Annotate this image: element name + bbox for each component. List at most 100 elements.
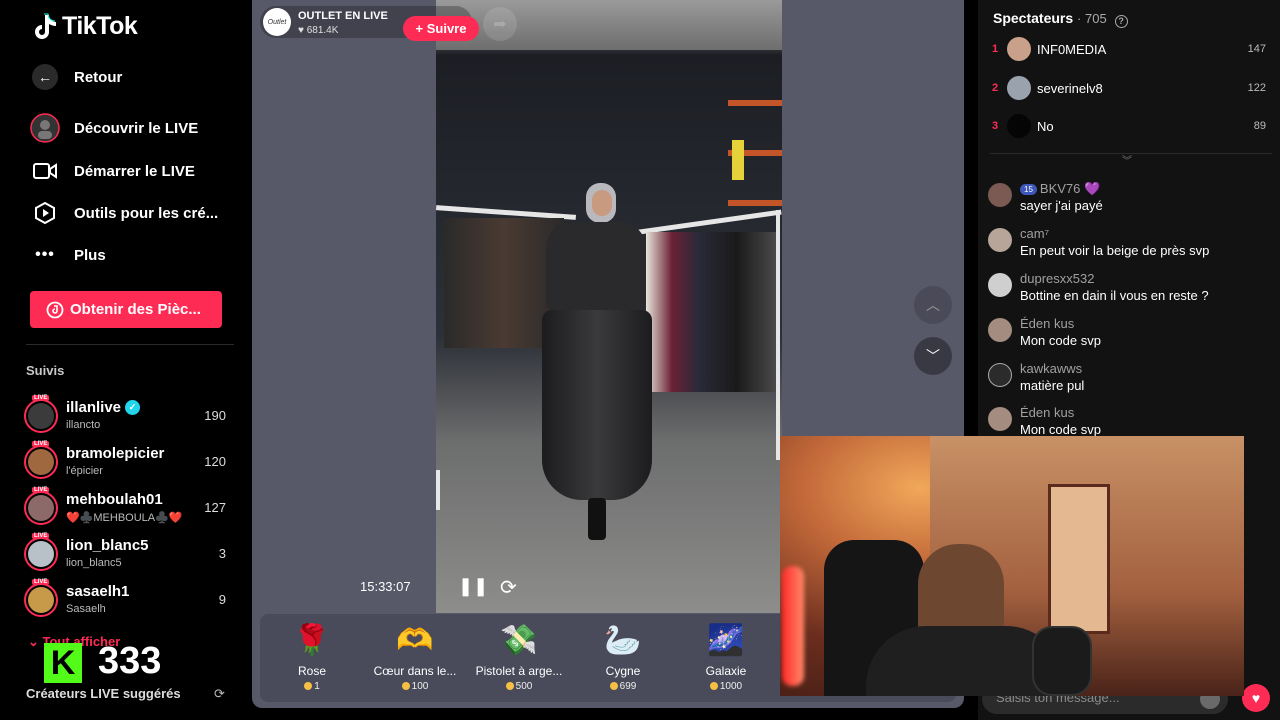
viewers-header: Spectateurs · 705 ? — [993, 10, 1128, 28]
chat-text: Mon code svp — [1020, 422, 1101, 437]
chat-text: Mon code svp — [1020, 333, 1101, 348]
host-avatar: Outlet — [263, 8, 291, 36]
get-coins-label: Obtenir des Pièc... — [70, 301, 201, 318]
gift-name: Cygne — [605, 664, 641, 678]
refresh-icon[interactable]: ⟳ — [500, 575, 517, 600]
followed-subname: l'épicier — [66, 465, 103, 477]
followed-item-sasaelh1[interactable]: LIVE sasaelh1 Sasaelh 9 — [24, 579, 234, 621]
coin-icon — [709, 682, 718, 690]
webcam-led-light — [782, 566, 804, 686]
tiktok-logo[interactable]: TikTok — [32, 12, 138, 41]
gift-galaxy[interactable]: 🌌 Galaxie 1000 — [674, 620, 778, 693]
viewer-score: 147 — [1247, 43, 1266, 55]
gift-money-gun[interactable]: 💸 Pistolet à arge... 500 — [467, 620, 571, 693]
galaxy-icon: 🌌 — [707, 623, 745, 657]
stream-time: 15:33:07 — [360, 579, 411, 594]
gift-rose[interactable]: 🌹 Rose 1 — [260, 620, 364, 693]
rose-icon: 🌹 — [293, 623, 331, 657]
chat-text: sayer j'ai payé — [1020, 198, 1103, 213]
gift-heart-hands[interactable]: 🫶 Cœur dans le... 100 — [363, 620, 467, 693]
aisle-sign — [732, 140, 744, 180]
host-info[interactable]: Outlet OUTLET EN LIVE ♥ 681.4K + Suivre — [260, 6, 479, 41]
followed-item-illanlive[interactable]: LIVE illanlive ✓ illancto 190 — [24, 395, 234, 437]
chat-text: En peut voir la beige de près svp — [1020, 243, 1210, 258]
pause-icon[interactable]: ❚❚ — [458, 576, 488, 597]
chat-username[interactable]: kawkawws — [1020, 361, 1082, 376]
chat-username[interactable]: Éden kus — [1020, 316, 1074, 331]
live-badge: LIVE — [32, 533, 50, 539]
suggested-creators-title: Créateurs LIVE suggérés — [26, 686, 181, 701]
avatar — [24, 399, 58, 433]
followed-item-bramolepicier[interactable]: LIVE bramolepicier l'épicier 120 — [24, 441, 234, 483]
viewer-rank: 2 — [992, 82, 999, 94]
gift-price: 500 — [467, 681, 571, 692]
followed-item-mehboulah01[interactable]: LIVE mehboulah01 ❤️♣️MEHBOULA♣️❤️ 127 — [24, 487, 234, 529]
top-viewer-row[interactable]: 3 No 89 — [992, 114, 1272, 140]
followed-viewer-count: 120 — [204, 454, 226, 469]
verified-badge-icon: ✓ — [125, 400, 141, 415]
live-badge: LIVE — [32, 441, 50, 447]
gift-swan[interactable]: 🦢 Cygne 699 — [571, 620, 675, 693]
followed-subname: ❤️♣️MEHBOULA♣️❤️ — [66, 512, 183, 524]
avatar — [988, 363, 1012, 387]
followed-subname: illancto — [66, 419, 101, 431]
coin-icon — [401, 682, 410, 690]
host-likes: ♥ 681.4K — [298, 25, 339, 36]
followed-name: bramolepicier — [66, 445, 165, 462]
play-hexagon-icon — [35, 202, 55, 224]
avatar — [24, 445, 58, 479]
top-viewer-row[interactable]: 2 severinelv8 122 — [992, 76, 1272, 102]
viewer-rank: 3 — [992, 120, 999, 132]
model-sweater — [546, 222, 646, 312]
followed-subname: lion_blanc5 — [66, 557, 122, 569]
nav-more[interactable]: ••• Plus — [30, 240, 106, 270]
followed-name: mehboulah01 — [66, 491, 163, 508]
left-sidebar: TikTok ← Retour Découvrir le LIVE Démarr… — [0, 0, 252, 720]
previous-live-button[interactable]: ︿ — [914, 286, 952, 324]
discover-label: Découvrir le LIVE — [74, 119, 199, 137]
viewers-count: · 705 — [1077, 11, 1107, 26]
chat-username[interactable]: BKV76 💜 — [1040, 181, 1100, 196]
like-heart-button[interactable]: ♥ — [1242, 684, 1270, 712]
webcam-door — [1048, 484, 1110, 634]
video-camera-icon — [33, 163, 57, 179]
share-icon[interactable]: ➦ — [483, 7, 517, 41]
info-icon[interactable]: ? — [1114, 14, 1128, 28]
followed-item-lion-blanc5[interactable]: LIVE lion_blanc5 lion_blanc5 3 — [24, 533, 234, 575]
expand-chevron-icon[interactable]: ︾ — [1122, 152, 1132, 167]
chat-username[interactable]: Éden kus — [1020, 405, 1074, 420]
avatar — [988, 407, 1012, 431]
model-skirt — [542, 310, 652, 500]
back-button[interactable]: ← Retour — [30, 62, 122, 92]
avatar — [1007, 76, 1031, 100]
tiktok-logo-icon — [35, 13, 56, 39]
chevron-up-icon: ︿ — [926, 297, 940, 313]
chat-username[interactable]: dupresxx532 — [1020, 271, 1094, 286]
avatar — [1007, 114, 1031, 138]
live-video[interactable]: ❚❚ ⟳ — [436, 0, 782, 613]
refresh-icon[interactable]: ⟳ — [214, 686, 225, 702]
followed-name: sasaelh1 — [66, 583, 130, 600]
viewers-title: Spectateurs — [993, 10, 1074, 26]
nav-creator-tools[interactable]: Outils pour les cré... — [30, 198, 218, 228]
avatar — [1007, 37, 1031, 61]
nav-discover-live[interactable]: Découvrir le LIVE — [30, 113, 198, 143]
top-viewer-row[interactable]: 1 INF0MEDIA 147 — [992, 37, 1272, 63]
webcam-microphone — [1032, 626, 1092, 696]
followed-name: illanlive — [66, 399, 122, 416]
gift-price: 100 — [363, 681, 467, 692]
followed-viewer-count: 127 — [204, 500, 226, 515]
live-badge: LIVE — [32, 395, 50, 401]
next-live-button[interactable]: ﹀ — [914, 337, 952, 375]
streamer-webcam-overlay — [780, 436, 1244, 696]
chat-username[interactable]: cam⁷ — [1020, 226, 1049, 241]
nav-start-live[interactable]: Démarrer le LIVE — [30, 156, 195, 186]
follow-button[interactable]: + Suivre — [403, 16, 479, 41]
shelf-beam — [728, 100, 782, 106]
coin-icon — [609, 682, 618, 690]
avatar — [24, 583, 58, 617]
host-name: OUTLET EN LIVE — [298, 10, 388, 22]
followed-viewer-count: 3 — [218, 546, 226, 561]
live-badge: LIVE — [32, 487, 50, 493]
get-coins-button[interactable]: Obtenir des Pièc... — [30, 291, 222, 328]
